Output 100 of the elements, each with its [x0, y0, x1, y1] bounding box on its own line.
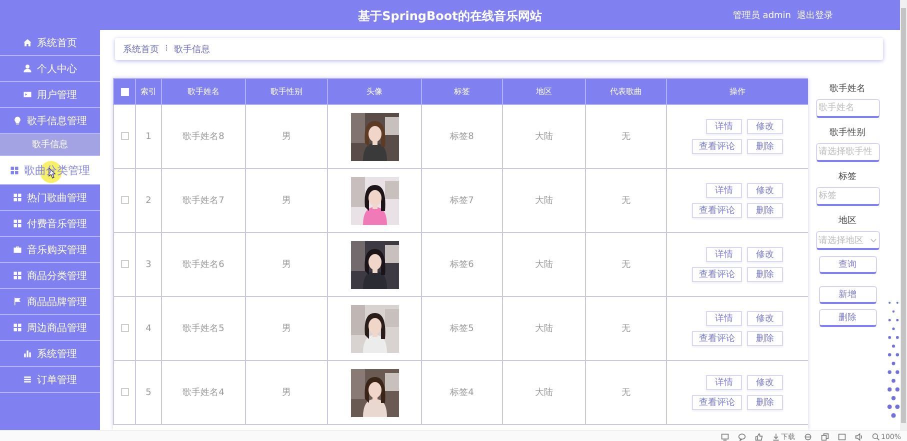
chat-icon[interactable] [738, 432, 746, 440]
comments-button[interactable]: 查看评论 [692, 395, 742, 410]
sidebar-item[interactable]: 个人中心 [0, 56, 100, 82]
breadcrumb-link[interactable]: 系统首页 [123, 42, 159, 56]
delete-button[interactable]: 删除 [747, 395, 783, 410]
field-label: 歌手姓名 [830, 82, 866, 92]
edit-button[interactable]: 修改 [747, 183, 783, 198]
grid-icon [13, 193, 22, 202]
comments-button[interactable]: 查看评论 [692, 203, 742, 218]
table-cell: 大陆 [502, 232, 586, 296]
table-cell: 无 [586, 296, 666, 360]
speaker-icon[interactable] [854, 432, 863, 440]
home-icon [23, 38, 32, 47]
row-checkbox[interactable] [120, 388, 128, 396]
add-button[interactable]: 新增 [818, 286, 876, 304]
select-all-checkbox[interactable] [120, 88, 128, 96]
table-cell: 1 [136, 104, 162, 168]
edit-button[interactable]: 修改 [747, 247, 783, 262]
input-field[interactable]: 请选择歌手性 [816, 143, 880, 162]
delete-button[interactable]: 删除 [747, 203, 783, 218]
table-cell: 无 [586, 168, 666, 232]
bar-chart-icon [23, 349, 32, 358]
table-cell: 男 [246, 168, 328, 232]
input-field[interactable]: 歌手姓名 [816, 99, 880, 118]
edit-button[interactable]: 修改 [747, 119, 783, 134]
comments-button[interactable]: 查看评论 [692, 331, 742, 346]
delete-button[interactable]: 删除 [747, 139, 783, 154]
flag-icon [13, 297, 22, 306]
table-cell: 2 [136, 168, 162, 232]
delete-button[interactable]: 删除 [747, 331, 783, 346]
id-card-icon [23, 90, 32, 99]
input-field[interactable]: 标签 [816, 187, 880, 206]
table-cell: 标签7 [422, 168, 502, 232]
table-cell: 标签4 [422, 360, 502, 424]
region-select[interactable]: 请选择地区 [816, 231, 880, 250]
sidebar-item[interactable]: 用户管理 [0, 82, 100, 108]
download-icon[interactable] [772, 432, 780, 440]
table-cell: 大陆 [502, 104, 586, 168]
row-checkbox[interactable] [120, 132, 128, 140]
grid-icon [13, 271, 22, 280]
sidebar-item[interactable]: 商品品牌管理 [0, 289, 100, 315]
column-header: 头像 [328, 78, 422, 104]
table-cell: 标签5 [422, 296, 502, 360]
table-cell: 5 [136, 360, 162, 424]
user-label: 管理员 admin [732, 10, 791, 22]
table-cell: 大陆 [502, 296, 586, 360]
scrollbar-thumb[interactable] [901, 8, 906, 423]
table-cell: 歌手姓名7 [162, 168, 246, 232]
delete-button[interactable]: 删除 [747, 267, 783, 282]
details-button[interactable]: 详情 [706, 311, 742, 326]
details-button[interactable]: 详情 [706, 375, 742, 390]
edit-button[interactable]: 修改 [747, 311, 783, 326]
sidebar-item[interactable]: 系统首页 [0, 30, 100, 56]
table-cell: 4 [136, 296, 162, 360]
comments-button[interactable]: 查看评论 [692, 267, 742, 282]
row-checkbox[interactable] [120, 196, 128, 204]
sidebar-item[interactable]: 音乐购买管理 [0, 237, 100, 263]
zoom-icon[interactable] [872, 432, 880, 440]
grid-icon [10, 166, 19, 174]
sidebar-item[interactable]: 热门歌曲管理 [0, 185, 100, 211]
row-checkbox[interactable] [120, 324, 128, 332]
table-cell: 歌手姓名8 [162, 104, 246, 168]
column-header: 索引 [136, 78, 162, 104]
field-label: 地区 [838, 214, 856, 224]
user-icon [23, 64, 32, 73]
sidebar-item[interactable]: 商品分类管理 [0, 263, 100, 289]
delete-button[interactable]: 删除 [818, 309, 876, 327]
table-cell: 无 [586, 104, 666, 168]
comments-button[interactable]: 查看评论 [692, 139, 742, 154]
details-button[interactable]: 详情 [706, 247, 742, 262]
column-header: 地区 [502, 78, 586, 104]
thumbs-up-icon[interactable] [754, 432, 763, 440]
table-cell: 歌手姓名5 [162, 296, 246, 360]
field-label: 标签 [838, 170, 856, 180]
table-cell: 歌手姓名6 [162, 232, 246, 296]
field-label: 歌手性别 [830, 126, 866, 136]
list-icon [23, 375, 32, 384]
column-header: 操作 [666, 78, 808, 104]
table-cell: 无 [586, 360, 666, 424]
edit-button[interactable]: 修改 [747, 375, 783, 390]
search-button[interactable]: 查询 [818, 256, 876, 274]
sidebar-item[interactable]: 订单管理 [0, 367, 100, 393]
sidebar-item[interactable]: 周边商品管理 [0, 315, 100, 341]
screen-icon[interactable] [720, 432, 729, 440]
table-cell: 男 [246, 104, 328, 168]
submenu-item[interactable]: 歌手信息 [0, 134, 100, 156]
sidebar-item[interactable]: 付费音乐管理 [0, 211, 100, 237]
breadcrumb-link[interactable]: 歌手信息 [174, 42, 210, 56]
table-cell: 男 [246, 360, 328, 424]
copy-icon[interactable] [820, 432, 829, 440]
column-header: 歌手性别 [246, 78, 328, 104]
sidebar-item[interactable]: 系统管理 [0, 341, 100, 367]
grid-icon [13, 219, 22, 228]
table-cell: 男 [246, 296, 328, 360]
column-header: 代表歌曲 [586, 78, 666, 104]
window-icon[interactable] [838, 432, 846, 440]
row-checkbox[interactable] [120, 260, 128, 268]
logout-link[interactable]: 退出登录 [797, 8, 833, 22]
details-button[interactable]: 详情 [706, 119, 742, 134]
details-button[interactable]: 详情 [706, 183, 742, 198]
